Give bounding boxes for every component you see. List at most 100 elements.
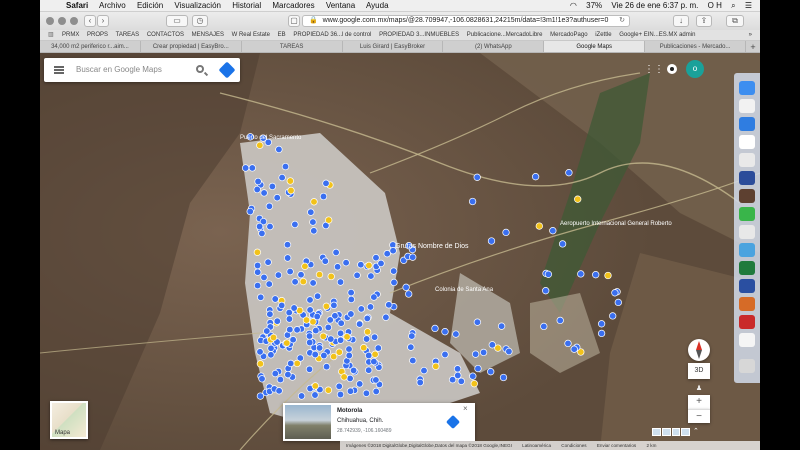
place-pin[interactable] xyxy=(258,229,266,238)
place-pin[interactable] xyxy=(305,332,314,340)
place-pin[interactable] xyxy=(312,326,320,335)
place-pin[interactable] xyxy=(441,328,449,336)
terms-link[interactable]: Condiciones xyxy=(561,443,586,448)
place-pin[interactable] xyxy=(363,314,371,323)
bookmark-item[interactable]: iZettle xyxy=(595,32,611,38)
layer-switcher[interactable]: Mapa xyxy=(50,401,88,439)
place-pin[interactable] xyxy=(311,382,319,390)
place-pin[interactable] xyxy=(284,370,292,379)
place-pin[interactable] xyxy=(470,380,478,388)
place-pin[interactable] xyxy=(355,320,364,328)
place-pin[interactable] xyxy=(382,313,390,321)
place-pin[interactable] xyxy=(565,169,573,177)
avatar[interactable]: o xyxy=(686,60,704,78)
bookmark-item[interactable]: W Real Estate xyxy=(232,32,270,38)
place-pin[interactable] xyxy=(564,339,572,348)
menu-ayuda[interactable]: Ayuda xyxy=(366,1,389,10)
place-pin[interactable] xyxy=(273,317,281,325)
place-pin[interactable] xyxy=(322,179,330,187)
place-pin[interactable] xyxy=(345,345,353,353)
place-pin[interactable] xyxy=(254,268,262,276)
trash-icon[interactable] xyxy=(739,359,755,373)
notes-icon[interactable] xyxy=(739,135,755,149)
expand-icon[interactable]: ⌃ xyxy=(693,427,699,435)
place-pin[interactable] xyxy=(291,278,299,286)
place-pin[interactable] xyxy=(614,298,622,307)
place-pin[interactable] xyxy=(473,173,481,181)
facetime-icon[interactable] xyxy=(739,207,755,221)
place-pin[interactable] xyxy=(365,261,373,270)
notifications-icon[interactable] xyxy=(667,64,677,74)
place-pin[interactable] xyxy=(246,207,254,216)
place-pin[interactable] xyxy=(349,366,358,375)
place-pin[interactable] xyxy=(335,382,343,390)
bookmark-item[interactable]: PROPIEDAD 36...l de control xyxy=(293,32,371,38)
place-pin[interactable] xyxy=(474,364,482,373)
route-icon[interactable] xyxy=(445,414,461,430)
place-pin[interactable] xyxy=(267,344,275,352)
place-pin[interactable] xyxy=(570,345,578,353)
place-pin[interactable] xyxy=(276,375,285,384)
place-pin[interactable] xyxy=(366,303,375,311)
place-pin[interactable] xyxy=(431,324,439,333)
place-pin[interactable] xyxy=(468,197,477,206)
place-pin[interactable] xyxy=(293,326,301,334)
calendar-icon[interactable] xyxy=(739,99,755,113)
place-pin[interactable] xyxy=(370,357,378,366)
place-pin[interactable] xyxy=(306,296,314,304)
place-pin[interactable] xyxy=(265,280,273,288)
place-pin[interactable] xyxy=(336,329,345,337)
place-pin[interactable] xyxy=(402,283,410,291)
place-pin[interactable] xyxy=(306,338,314,347)
reload-icon[interactable]: ↻ xyxy=(619,16,625,26)
place-pin[interactable] xyxy=(371,350,379,358)
place-pin[interactable] xyxy=(310,227,318,235)
tab-item[interactable]: TAREAS xyxy=(242,41,343,52)
reader-icon[interactable]: ▢ xyxy=(288,15,300,27)
search-box[interactable]: Buscar en Google Maps xyxy=(44,58,240,82)
battery-percent[interactable]: 37% xyxy=(586,1,602,10)
place-title[interactable]: Motorola xyxy=(337,408,362,414)
place-pin[interactable] xyxy=(558,240,567,248)
place-pin[interactable] xyxy=(322,363,331,371)
place-pin[interactable] xyxy=(488,341,496,349)
place-pin[interactable] xyxy=(305,365,314,373)
bookmark-item[interactable]: PROPS xyxy=(87,32,108,38)
map-canvas[interactable]: Puerto del Sacramento Grutas Nombre de D… xyxy=(40,53,760,450)
tab-item[interactable]: Crear propiedad | EasyBro... xyxy=(141,41,242,52)
place-pin[interactable] xyxy=(283,241,292,249)
place-info-card[interactable]: Motorola Chihuahua, Chih. 28.742939, -10… xyxy=(283,403,475,441)
bookmark-item[interactable]: CONTACTOS xyxy=(147,32,184,38)
tab-google-maps[interactable]: Google Maps xyxy=(544,41,646,52)
place-pin[interactable] xyxy=(597,320,606,328)
place-pin[interactable] xyxy=(487,368,495,376)
place-pin[interactable] xyxy=(301,262,309,270)
place-pin[interactable] xyxy=(257,293,265,301)
place-pin[interactable] xyxy=(320,351,328,360)
place-pin[interactable] xyxy=(535,222,543,230)
place-pin[interactable] xyxy=(346,387,355,395)
satellite-map[interactable]: Puerto del Sacramento Grutas Nombre de D… xyxy=(40,53,760,450)
wifi-icon[interactable]: ◠ xyxy=(570,1,577,10)
place-pin[interactable] xyxy=(268,182,277,191)
place-pin[interactable] xyxy=(441,350,449,359)
place-pin[interactable] xyxy=(299,277,307,286)
place-pin[interactable] xyxy=(544,270,553,278)
place-photo[interactable] xyxy=(285,405,331,439)
place-pin[interactable] xyxy=(309,218,317,226)
zoom-in-button[interactable]: + xyxy=(688,395,710,409)
place-pin[interactable] xyxy=(283,339,291,347)
bookmark-item[interactable]: MercadoPago xyxy=(550,32,587,38)
bookmarks-more-icon[interactable]: » xyxy=(749,30,752,40)
place-pin[interactable] xyxy=(367,272,375,280)
place-pin[interactable] xyxy=(336,390,345,399)
bookmark-item[interactable]: EB xyxy=(278,32,286,38)
place-pin[interactable] xyxy=(609,312,617,320)
place-pin[interactable] xyxy=(313,292,322,300)
place-pin[interactable] xyxy=(469,372,477,380)
label-aeropuerto[interactable]: Aeropuerto Internacional General Roberto xyxy=(560,221,672,227)
place-pin[interactable] xyxy=(325,216,333,224)
place-pin[interactable] xyxy=(365,351,373,360)
menu-icon[interactable] xyxy=(54,66,64,74)
place-pin[interactable] xyxy=(289,336,297,344)
